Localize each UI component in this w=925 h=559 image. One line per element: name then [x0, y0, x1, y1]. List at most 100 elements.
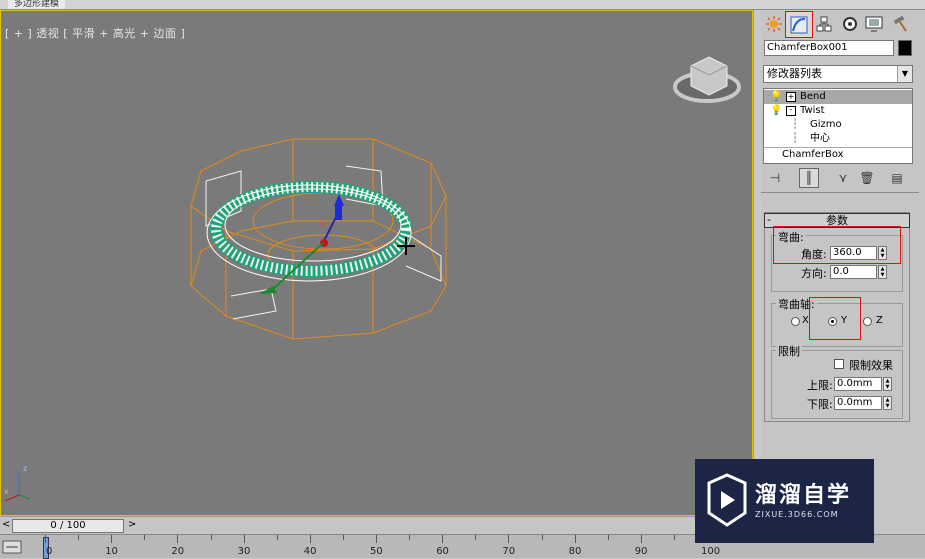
- limit-effect-checkbox[interactable]: [834, 359, 844, 369]
- dropdown-arrow-icon[interactable]: ▼: [897, 66, 912, 82]
- stack-toolbar: ⊣ ║ ⋎ 🗑 ▤: [761, 168, 921, 190]
- svg-text:×: ×: [319, 219, 327, 229]
- hierarchy-tab[interactable]: [813, 13, 835, 35]
- panel-splitter[interactable]: [753, 10, 761, 516]
- lower-limit-spinner[interactable]: ▲ ▼: [883, 396, 892, 410]
- ruler-label: 100: [701, 546, 721, 557]
- ruler-tick: [541, 535, 543, 540]
- stack-label-twist: Twist: [800, 105, 825, 116]
- direction-spinner[interactable]: ▲ ▼: [878, 265, 887, 279]
- stack-label-center: 中心: [810, 133, 830, 144]
- ruler-label: 10: [105, 546, 118, 557]
- stack-item-center[interactable]: ┆ 中心: [764, 132, 912, 146]
- stack-item-twist[interactable]: 💡 - Twist: [764, 104, 912, 118]
- modifier-list-label: 修改器列表: [767, 67, 822, 80]
- play-logo-icon: [707, 473, 747, 527]
- ruler-tick: [342, 535, 344, 540]
- ruler-label: 80: [568, 546, 582, 557]
- configure-sets-icon[interactable]: ▤: [887, 168, 907, 188]
- modifier-stack[interactable]: 💡 + Bend 💡 - Twist ┆ Gizmo ┆ 中心 ChamferB…: [763, 88, 913, 164]
- make-unique-icon[interactable]: ⋎: [833, 168, 853, 188]
- ruler-tick: [574, 535, 576, 543]
- stack-label-base: ChamferBox: [782, 149, 844, 160]
- upper-limit-label: 上限:: [807, 379, 833, 392]
- time-next-button[interactable]: >: [128, 519, 136, 530]
- ruler-tick: [177, 535, 179, 543]
- tree-line: ┆: [792, 119, 799, 130]
- direction-field[interactable]: 0.0: [830, 265, 877, 279]
- ruler-label: 20: [171, 546, 185, 557]
- lower-limit-field[interactable]: 0.0mm: [834, 396, 882, 410]
- window-title-tab[interactable]: 多边形建模: [8, 0, 66, 9]
- ruler-label: 60: [436, 546, 449, 557]
- ruler-tick: [409, 535, 411, 540]
- modify-tab-highlight: [785, 11, 813, 38]
- time-prev-button[interactable]: <: [2, 519, 10, 530]
- ruler-tick: [376, 535, 377, 543]
- angle-label: 角度:: [801, 248, 827, 261]
- expand-plus-icon[interactable]: +: [786, 92, 796, 102]
- rollout-collapse-icon[interactable]: -: [767, 213, 771, 226]
- ruler-label: 0: [46, 546, 53, 557]
- ruler-label: 70: [502, 546, 516, 557]
- direction-label: 方向:: [801, 267, 827, 280]
- display-tab[interactable]: [863, 13, 885, 35]
- stack-item-bend[interactable]: 💡 + Bend: [764, 90, 912, 104]
- axis-x-label: x: [4, 487, 9, 496]
- axis-x-label: X: [802, 315, 809, 326]
- ruler-label: 30: [237, 546, 251, 557]
- ruler-tick: [276, 535, 278, 540]
- create-tab[interactable]: [763, 13, 785, 35]
- ruler-tick: [309, 535, 311, 543]
- viewport-label[interactable]: [ + ] 透视 [ 平滑 + 高光 + 边面 ]: [5, 25, 185, 41]
- utilities-tab[interactable]: [889, 13, 911, 35]
- modifier-list-dropdown[interactable]: 修改器列表 ▼: [763, 65, 913, 83]
- ruler-tick: [144, 535, 146, 540]
- lightbulb-icon[interactable]: 💡: [770, 104, 782, 118]
- axis-y-label: Y: [841, 315, 848, 326]
- angle-spinner[interactable]: ▲ ▼: [878, 246, 887, 260]
- hammer-icon: [893, 16, 907, 32]
- perspective-viewport[interactable]: × [ + ] 透视 [ 平滑 + 高光 + 边面 ] z x: [0, 10, 753, 516]
- upper-limit-spinner[interactable]: ▲ ▼: [883, 377, 892, 391]
- ruler-label: 90: [634, 546, 648, 557]
- ruler-tick: [210, 535, 212, 540]
- show-end-result-icon[interactable]: ║: [799, 168, 819, 188]
- stack-item-gizmo[interactable]: ┆ Gizmo: [764, 118, 912, 132]
- motion-icon: [843, 17, 857, 31]
- upper-limit-field[interactable]: 0.0mm: [834, 377, 882, 391]
- object-name-field[interactable]: ChamferBox001: [764, 40, 894, 56]
- collapse-minus-icon[interactable]: -: [786, 106, 796, 116]
- modify-tab[interactable]: [785, 11, 813, 38]
- ruler-tick: [673, 535, 675, 540]
- ruler-tick: [508, 535, 510, 543]
- lightbulb-icon[interactable]: 💡: [770, 90, 782, 104]
- track-bar-toggle-icon[interactable]: [2, 539, 24, 555]
- pin-stack-icon[interactable]: ⊣: [765, 168, 785, 188]
- axis-z-label: Z: [876, 315, 883, 326]
- viewport-scene[interactable]: ×: [1, 11, 752, 515]
- angle-field[interactable]: 360.0: [830, 246, 877, 260]
- divider: [761, 192, 919, 193]
- ruler-label: 40: [303, 546, 317, 557]
- stack-item-base[interactable]: ChamferBox: [764, 147, 912, 162]
- time-slider-thumb[interactable]: 0 / 100: [12, 519, 124, 533]
- motion-tab[interactable]: [839, 13, 861, 35]
- lower-limit-label: 下限:: [807, 398, 833, 411]
- sun-icon: [766, 16, 782, 32]
- axis-z-radio[interactable]: [863, 317, 872, 326]
- stack-label-gizmo: Gizmo: [810, 119, 842, 130]
- watermark-logo: 溜溜自学 ZIXUE.3D66.COM: [695, 459, 874, 543]
- watermark-title: 溜溜自学: [755, 483, 852, 508]
- ruler-tick: [607, 535, 609, 540]
- watermark-url: ZIXUE.3D66.COM: [755, 510, 839, 519]
- ruler-tick: [111, 535, 113, 543]
- ruler-tick: [45, 535, 46, 543]
- axis-z-label: z: [23, 464, 28, 473]
- limit-group-label: 限制: [776, 343, 802, 359]
- object-color-swatch[interactable]: [898, 40, 912, 56]
- axis-y-radio[interactable]: [828, 317, 837, 326]
- ruler-tick: [243, 535, 245, 543]
- axis-x-radio[interactable]: [791, 317, 800, 326]
- remove-modifier-icon[interactable]: 🗑: [857, 168, 877, 188]
